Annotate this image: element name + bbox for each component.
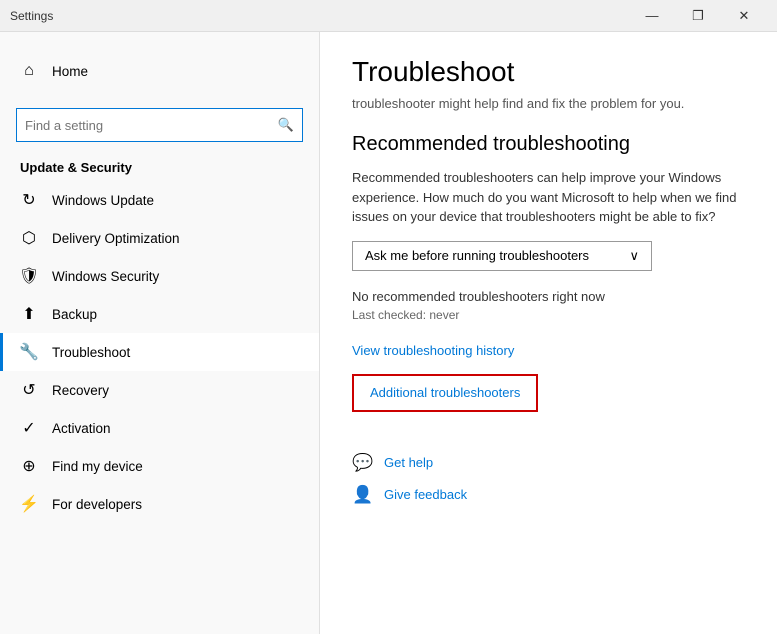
- no-troubleshooters-text: No recommended troubleshooters right now: [352, 289, 745, 304]
- subtitle-text: troubleshooter might help find and fix t…: [352, 96, 745, 111]
- chevron-down-icon: ∨: [629, 248, 639, 264]
- for-developers-icon: ⚡: [20, 495, 38, 513]
- sidebar-item-activation[interactable]: ✓ Activation: [0, 409, 319, 447]
- troubleshoot-icon: 🔧: [20, 343, 38, 361]
- sidebar-item-recovery[interactable]: ↺ Recovery: [0, 371, 319, 409]
- sidebar-item-label-backup: Backup: [52, 307, 97, 322]
- close-button[interactable]: ✕: [721, 0, 767, 32]
- sidebar-item-label-windows-update: Windows Update: [52, 193, 154, 208]
- titlebar-controls: — ❐ ✕: [629, 0, 767, 32]
- sidebar-item-windows-security[interactable]: 🛡 Windows Security: [0, 257, 319, 295]
- titlebar-title: Settings: [10, 9, 53, 23]
- delivery-optimization-icon: ⬡: [20, 229, 38, 247]
- recommended-title: Recommended troubleshooting: [352, 133, 745, 156]
- app-body: ⌂ Home 🔍 Update & Security ↻ Windows Upd…: [0, 32, 777, 634]
- recommended-description: Recommended troubleshooters can help imp…: [352, 168, 745, 227]
- minimize-button[interactable]: —: [629, 0, 675, 32]
- sidebar: ⌂ Home 🔍 Update & Security ↻ Windows Upd…: [0, 32, 320, 634]
- sidebar-item-label-activation: Activation: [52, 421, 111, 436]
- give-feedback-link[interactable]: Give feedback: [384, 487, 467, 502]
- activation-icon: ✓: [20, 419, 38, 437]
- troubleshoot-dropdown[interactable]: Ask me before running troubleshooters ∨: [352, 241, 652, 271]
- give-feedback-icon: 👤: [352, 484, 374, 506]
- sidebar-item-backup[interactable]: ⬆ Backup: [0, 295, 319, 333]
- additional-troubleshooters-box: Additional troubleshooters: [352, 374, 538, 412]
- sidebar-item-windows-update[interactable]: ↻ Windows Update: [0, 181, 319, 219]
- sidebar-item-label-find-my-device: Find my device: [52, 459, 143, 474]
- sidebar-item-label-for-developers: For developers: [52, 497, 142, 512]
- search-icon: 🔍: [278, 117, 294, 133]
- search-input[interactable]: [25, 118, 278, 133]
- give-feedback-row: 👤 Give feedback: [352, 484, 745, 506]
- sidebar-header: ⌂ Home: [0, 32, 319, 100]
- content-area: Troubleshoot troubleshooter might help f…: [320, 32, 777, 634]
- sidebar-item-delivery-optimization[interactable]: ⬡ Delivery Optimization: [0, 219, 319, 257]
- sidebar-item-home[interactable]: ⌂ Home: [20, 52, 299, 90]
- recovery-icon: ↺: [20, 381, 38, 399]
- sidebar-item-label-windows-security: Windows Security: [52, 269, 159, 284]
- sidebar-item-troubleshoot[interactable]: 🔧 Troubleshoot: [0, 333, 319, 371]
- home-icon: ⌂: [20, 62, 38, 80]
- view-history-link[interactable]: View troubleshooting history: [352, 343, 514, 358]
- sidebar-item-find-my-device[interactable]: ⊕ Find my device: [0, 447, 319, 485]
- titlebar: Settings — ❐ ✕: [0, 0, 777, 32]
- get-help-row: 💬 Get help: [352, 452, 745, 474]
- search-box[interactable]: 🔍: [16, 108, 303, 142]
- sidebar-item-label-troubleshoot: Troubleshoot: [52, 345, 130, 360]
- last-checked-text: Last checked: never: [352, 308, 745, 322]
- get-help-icon: 💬: [352, 452, 374, 474]
- sidebar-item-label-recovery: Recovery: [52, 383, 109, 398]
- sidebar-item-label-delivery-optimization: Delivery Optimization: [52, 231, 180, 246]
- nav-list: ↻ Windows Update ⬡ Delivery Optimization…: [0, 181, 319, 523]
- additional-troubleshooters-link[interactable]: Additional troubleshooters: [370, 385, 520, 400]
- dropdown-value: Ask me before running troubleshooters: [365, 248, 589, 263]
- backup-icon: ⬆: [20, 305, 38, 323]
- page-title: Troubleshoot: [352, 56, 745, 88]
- sidebar-item-for-developers[interactable]: ⚡ For developers: [0, 485, 319, 523]
- maximize-button[interactable]: ❐: [675, 0, 721, 32]
- windows-update-icon: ↻: [20, 191, 38, 209]
- windows-security-icon: 🛡: [20, 267, 38, 285]
- get-help-link[interactable]: Get help: [384, 455, 433, 470]
- section-label: Update & Security: [0, 152, 319, 181]
- find-my-device-icon: ⊕: [20, 457, 38, 475]
- home-label: Home: [52, 64, 88, 79]
